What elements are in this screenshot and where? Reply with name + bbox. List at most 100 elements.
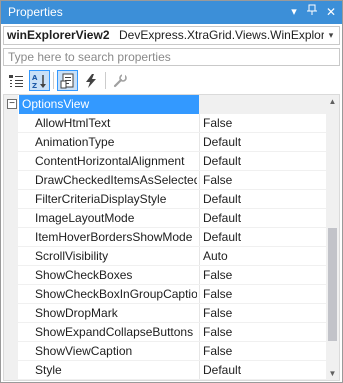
grid-gutter	[4, 228, 18, 247]
window-title: Properties	[8, 5, 63, 19]
scroll-down-icon[interactable]: ▼	[326, 367, 339, 380]
property-value[interactable]: Default	[203, 230, 327, 244]
toolbar: A Z	[3, 68, 340, 92]
chevron-down-icon[interactable]: ▾	[325, 28, 337, 43]
property-value[interactable]: Default	[203, 363, 327, 377]
grid-gutter	[4, 285, 18, 304]
property-name[interactable]: ShowExpandCollapseButtons	[35, 325, 197, 339]
window-options-dropdown-icon[interactable]: ▾	[286, 4, 302, 20]
property-row[interactable]: AllowHtmlText False	[4, 114, 328, 133]
row-divider	[18, 379, 328, 380]
property-name[interactable]: DrawCheckedItemsAsSelected	[35, 173, 197, 187]
property-pages-button[interactable]	[109, 70, 130, 91]
property-row[interactable]: ItemHoverBordersShowMode Default	[4, 228, 328, 247]
close-icon[interactable]: ✕	[323, 4, 339, 20]
property-value[interactable]: False	[203, 287, 327, 301]
grid-gutter	[4, 114, 18, 133]
property-row[interactable]: DrawCheckedItemsAsSelected False	[4, 171, 328, 190]
property-value[interactable]: False	[203, 173, 327, 187]
property-value[interactable]: Auto	[203, 249, 327, 263]
grid-gutter	[4, 171, 18, 190]
column-divider	[199, 228, 200, 247]
search-box[interactable]	[3, 48, 340, 66]
search-input[interactable]	[4, 49, 339, 65]
category-header[interactable]: − OptionsView	[4, 95, 328, 114]
column-divider	[199, 285, 200, 304]
column-divider	[199, 304, 200, 323]
property-row[interactable]: ScrollVisibility Auto	[4, 247, 328, 266]
property-value[interactable]: False	[203, 268, 327, 282]
property-value[interactable]: False	[203, 344, 327, 358]
property-name[interactable]: FilterCriteriaDisplayStyle	[35, 192, 197, 206]
property-name[interactable]: ShowDropMark	[35, 306, 197, 320]
property-row[interactable]: ContentHorizontalAlignment Default	[4, 152, 328, 171]
scrollbar-thumb[interactable]	[328, 228, 337, 341]
property-name[interactable]: AnimationType	[35, 135, 197, 149]
column-divider	[199, 133, 200, 152]
column-divider	[199, 323, 200, 342]
property-grid: − OptionsView AllowHtmlText False Animatio…	[3, 94, 340, 381]
property-value[interactable]: False	[203, 325, 327, 339]
column-divider	[199, 342, 200, 361]
object-selector-dropdown[interactable]: winExplorerView2 DevExpress.XtraGrid.Vie…	[3, 26, 340, 45]
alphabetical-icon: A Z	[32, 74, 46, 89]
wrench-icon	[113, 73, 127, 87]
toolbar-separator	[53, 72, 54, 89]
grid-gutter	[4, 266, 18, 285]
property-name[interactable]: AllowHtmlText	[35, 116, 197, 130]
grid-gutter	[4, 342, 18, 361]
property-row[interactable]: ShowViewCaption False	[4, 342, 328, 361]
property-row[interactable]: AnimationType Default	[4, 133, 328, 152]
property-row[interactable]: ShowCheckBoxes False	[4, 266, 328, 285]
property-row[interactable]: ShowCheckBoxInGroupCaptio False	[4, 285, 328, 304]
property-name[interactable]: ShowCheckBoxInGroupCaptio	[35, 287, 197, 301]
property-name[interactable]: ContentHorizontalAlignment	[35, 154, 197, 168]
grid-gutter	[4, 190, 18, 209]
property-value[interactable]: Default	[203, 135, 327, 149]
column-divider	[199, 171, 200, 190]
toolbar-separator	[105, 72, 106, 89]
properties-window: Properties ▾ ✕ winExplorerView2 DevExpre…	[0, 0, 343, 383]
categorized-button[interactable]	[5, 70, 26, 91]
property-row[interactable]: FilterCriteriaDisplayStyle Default	[4, 190, 328, 209]
grid-gutter	[4, 304, 18, 323]
events-icon	[85, 73, 96, 88]
property-value[interactable]: Default	[203, 211, 327, 225]
column-divider	[199, 209, 200, 228]
column-divider	[199, 361, 200, 380]
scroll-up-icon[interactable]: ▲	[326, 95, 339, 108]
property-row[interactable]: ShowDropMark False	[4, 304, 328, 323]
grid-gutter	[4, 323, 18, 342]
property-value[interactable]: Default	[203, 192, 327, 206]
object-type: DevExpress.XtraGrid.Views.WinExplorer.\	[119, 28, 324, 42]
events-button[interactable]	[80, 70, 101, 91]
grid-gutter	[4, 152, 18, 171]
property-row[interactable]: Style Default	[4, 361, 328, 380]
category-label[interactable]: OptionsView	[19, 95, 199, 114]
grid-gutter	[4, 133, 18, 152]
svg-text:Z: Z	[32, 82, 37, 89]
column-divider	[199, 266, 200, 285]
svg-text:A: A	[32, 74, 38, 82]
property-row[interactable]: ImageLayoutMode Default	[4, 209, 328, 228]
property-value[interactable]: False	[203, 306, 327, 320]
properties-icon	[60, 73, 73, 88]
pin-icon[interactable]	[304, 4, 320, 20]
collapse-icon[interactable]: −	[7, 99, 17, 109]
property-name[interactable]: ItemHoverBordersShowMode	[35, 230, 197, 244]
vertical-scrollbar[interactable]: ▲ ▼	[326, 95, 339, 380]
property-name[interactable]: ScrollVisibility	[35, 249, 197, 263]
property-name[interactable]: Style	[35, 363, 197, 377]
property-name[interactable]: ShowCheckBoxes	[35, 268, 197, 282]
property-name[interactable]: ShowViewCaption	[35, 344, 197, 358]
title-bar[interactable]: Properties ▾ ✕	[1, 1, 342, 24]
property-value[interactable]: Default	[203, 154, 327, 168]
column-divider	[199, 152, 200, 171]
property-row[interactable]: ShowExpandCollapseButtons False	[4, 323, 328, 342]
properties-button[interactable]	[57, 70, 78, 91]
alphabetical-button[interactable]: A Z	[29, 70, 50, 91]
categorized-icon	[8, 74, 23, 87]
property-name[interactable]: ImageLayoutMode	[35, 211, 197, 225]
property-value[interactable]: False	[203, 116, 327, 130]
column-divider	[199, 190, 200, 209]
